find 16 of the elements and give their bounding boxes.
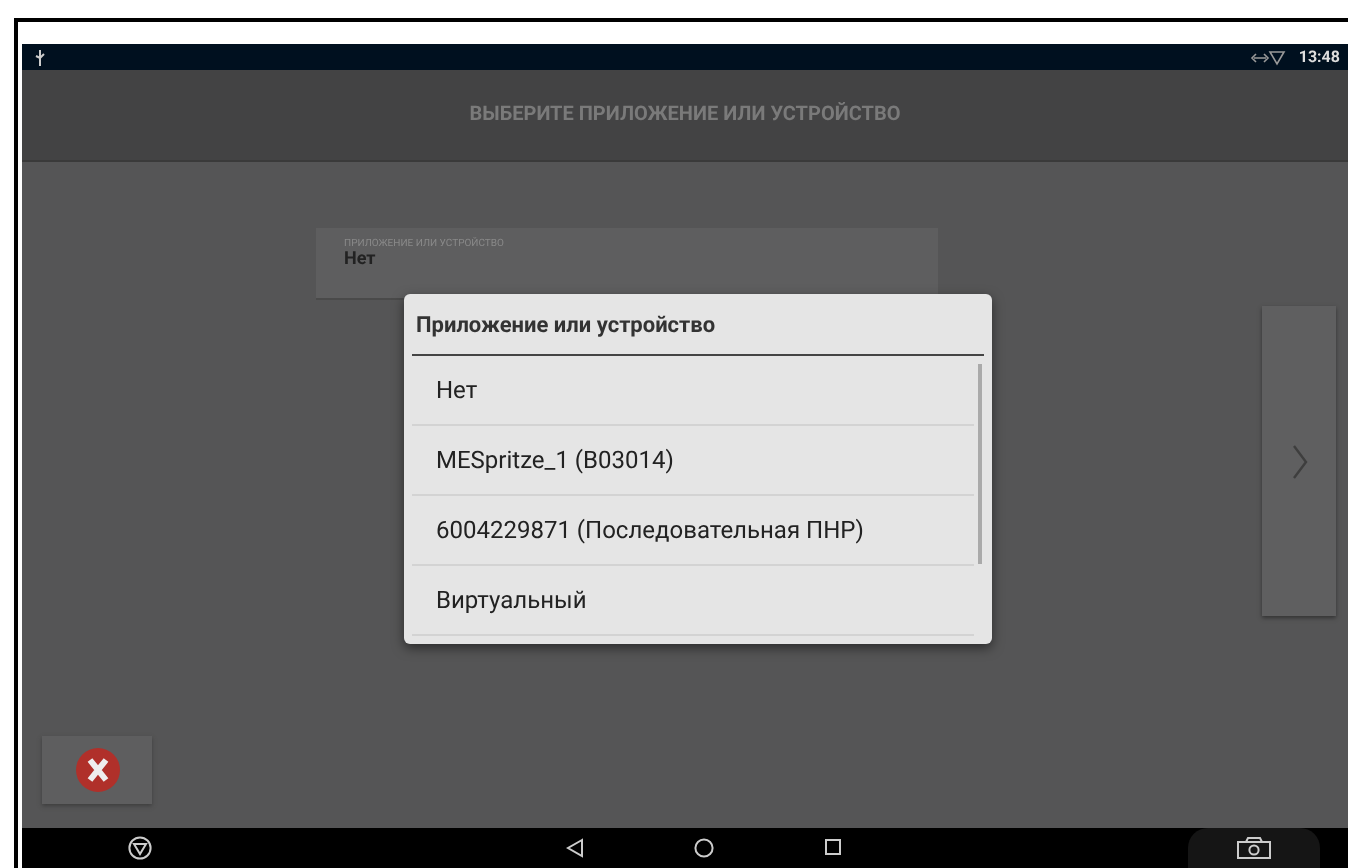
camera-icon (1236, 836, 1272, 860)
chevron-right-icon (1291, 443, 1307, 479)
recents-icon[interactable] (824, 838, 842, 856)
cancel-button[interactable] (42, 736, 152, 804)
list-item[interactable]: MESpritze_1 (B03014) (412, 426, 974, 496)
list-item[interactable]: 6004229871 (Последовательная ПНР) (412, 496, 974, 566)
close-icon (75, 748, 119, 792)
list-item[interactable]: Виртуальный (412, 566, 974, 636)
back-icon[interactable] (566, 838, 584, 858)
dialog-title: Приложение или устройство (412, 294, 984, 356)
usb-icon (34, 49, 46, 65)
home-icon[interactable] (694, 838, 714, 858)
menu-icon[interactable] (128, 836, 152, 860)
screenshot-button[interactable] (1188, 828, 1320, 868)
list-item[interactable]: Нет (412, 356, 974, 426)
status-time: 13:48 (1298, 48, 1340, 66)
